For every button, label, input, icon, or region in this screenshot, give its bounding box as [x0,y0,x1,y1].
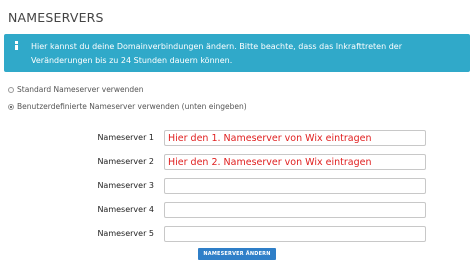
option-standard-label: Standard Nameserver verwenden [17,85,144,94]
nameserver-2-input[interactable] [164,154,426,170]
change-nameservers-button[interactable]: NAMESERVER ÄNDERN [198,248,276,260]
radio-standard-nameserver[interactable] [8,86,14,93]
nameserver-5-label: Nameserver 5 [97,229,154,238]
nameserver-5-input[interactable] [164,226,426,242]
nameserver-row-4: Nameserver 4 [0,202,474,218]
nameserver-3-label: Nameserver 3 [97,181,154,190]
info-alert-text: Hier kannst du deine Domainverbindungen … [31,42,403,65]
nameserver-1-input[interactable] [164,130,426,146]
nameserver-row-5: Nameserver 5 [0,226,474,242]
page-title: NAMESERVERS [8,10,104,25]
nameserver-1-label: Nameserver 1 [97,133,154,142]
nameserver-4-input[interactable] [164,202,426,218]
nameserver-3-input[interactable] [164,178,426,194]
radio-custom-nameserver[interactable] [8,103,14,110]
nameserver-row-3: Nameserver 3 [0,178,474,194]
nameserver-row-2: Nameserver 2 [0,154,474,170]
nameserver-2-label: Nameserver 2 [97,157,154,166]
option-standard-nameserver[interactable]: Standard Nameserver verwenden [8,85,144,94]
info-icon [12,40,21,50]
nameserver-4-label: Nameserver 4 [97,205,154,214]
nameserver-row-1: Nameserver 1 [0,130,474,146]
info-alert: Hier kannst du deine Domainverbindungen … [4,34,470,72]
option-custom-label: Benutzerdefinierte Nameserver verwenden … [17,102,247,111]
option-custom-nameserver[interactable]: Benutzerdefinierte Nameserver verwenden … [8,102,247,111]
